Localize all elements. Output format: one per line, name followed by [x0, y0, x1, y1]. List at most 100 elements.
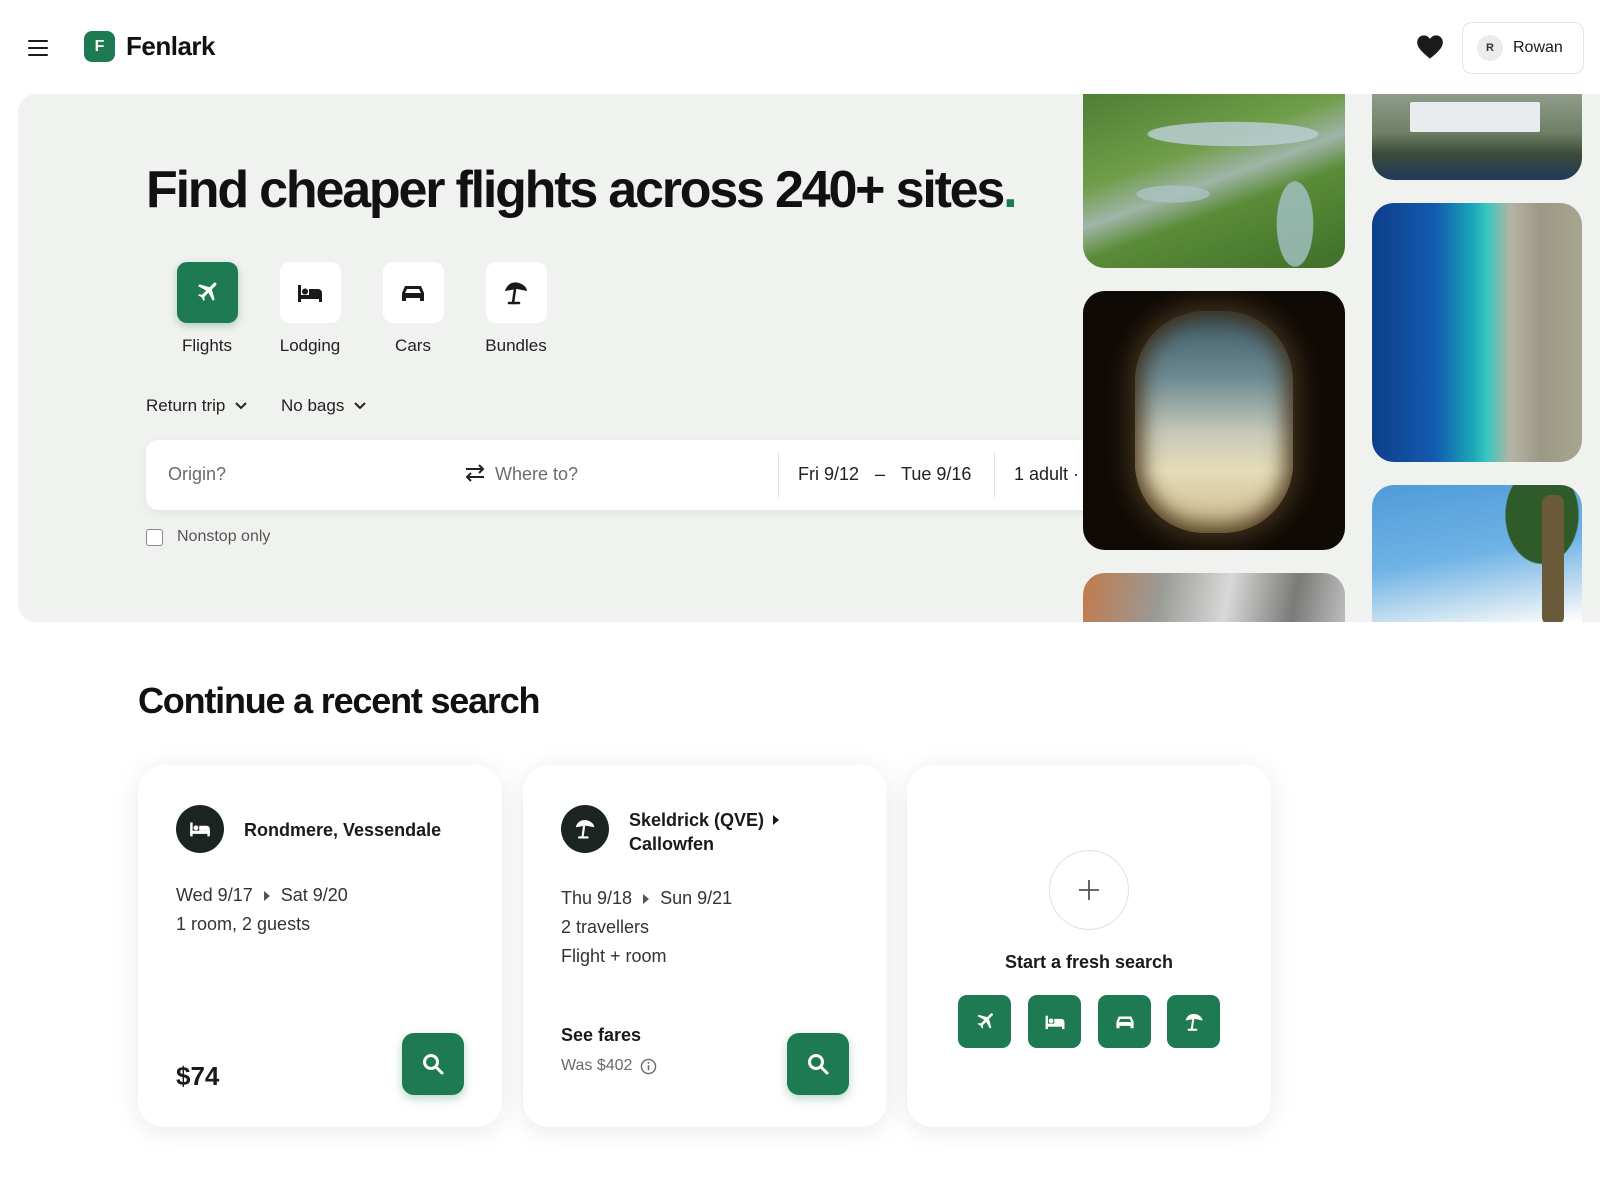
window-view: [1135, 311, 1293, 533]
hamburger-line: [28, 53, 48, 57]
logo-text: Fenlark: [126, 31, 216, 61]
depart-date: Fri 9/12: [798, 464, 860, 484]
card-detail: 2 travellers: [561, 917, 650, 937]
arrow-right-icon: [773, 815, 780, 825]
card-title: Skeldrick (QVE) Callowfen: [629, 808, 780, 856]
recent-search-card[interactable]: Rondmere, Vessendale Wed 9/17 Sat 9/20 1…: [138, 765, 502, 1127]
hero-title: Find cheaper flights across 240+ sites.: [146, 160, 1018, 220]
arrow-right-icon: [643, 893, 650, 904]
search-bar: Origin? Where to? Fri 9/12 – Tue 9/16 1 …: [146, 440, 1106, 510]
search-button[interactable]: [787, 1033, 849, 1095]
tab-bundles[interactable]: Bundles: [476, 262, 556, 356]
bags-label: No bags: [281, 396, 345, 415]
user-name: Rowan: [1513, 39, 1563, 56]
section-title: Continue a recent search: [138, 680, 541, 721]
card-dates: Wed 9/17 Sat 9/20: [176, 885, 348, 906]
date-separator: –: [875, 464, 886, 484]
chevron-down-icon: [235, 402, 248, 410]
hamburger-line: [28, 40, 48, 43]
menu-button[interactable]: [28, 40, 52, 60]
recent-search-card[interactable]: Skeldrick (QVE) Callowfen Thu 9/18 Sun 9…: [523, 765, 887, 1127]
palm-tree-photo: [1372, 485, 1582, 622]
fresh-cars-button[interactable]: [1098, 995, 1151, 1048]
airplane-window-photo: [1083, 291, 1345, 550]
hero-panel: Find cheaper flights across 240+ sites. …: [18, 94, 1600, 622]
user-menu-button[interactable]: R Rowan: [1462, 22, 1584, 74]
hero-title-dot: .: [1003, 161, 1017, 219]
price: $74: [176, 1061, 220, 1091]
add-search-button[interactable]: [1049, 850, 1129, 930]
bags-dropdown[interactable]: No bags: [281, 396, 367, 416]
fresh-bundles-button[interactable]: [1167, 995, 1220, 1048]
bed-icon: [1045, 1015, 1064, 1029]
fresh-flights-button[interactable]: [958, 995, 1011, 1048]
logo-mark: F: [84, 31, 115, 62]
header: F Fenlark R Rowan: [0, 0, 1600, 92]
hamburger-line: [28, 46, 48, 50]
card-title: Rondmere, Vessendale: [244, 820, 442, 840]
date-to: Sun 9/21: [660, 888, 733, 908]
fresh-lodging-button[interactable]: [1028, 995, 1081, 1048]
nonstop-label: Nonstop only: [177, 528, 271, 545]
tab-label: Cars: [395, 336, 431, 355]
card-dates: Thu 9/18 Sun 9/21: [561, 888, 732, 909]
umbrella-icon: [485, 262, 547, 323]
plane-icon: [176, 262, 238, 323]
date-from: Thu 9/18: [561, 888, 633, 908]
tab-label: Bundles: [485, 336, 547, 355]
umbrella-icon: [1185, 1013, 1202, 1031]
date-picker[interactable]: Fri 9/12 – Tue 9/16: [798, 464, 971, 485]
tab-label: Flights: [181, 336, 233, 355]
house-photo: [1372, 94, 1582, 180]
tab-flights[interactable]: Flights: [167, 262, 247, 356]
date-from: Wed 9/17: [176, 885, 253, 905]
info-icon[interactable]: [640, 1058, 657, 1075]
was-price: Was $402: [561, 1057, 657, 1075]
chevron-down-icon: [354, 402, 367, 410]
see-fares-label: See fares: [561, 1025, 642, 1045]
search-icon: [423, 1054, 444, 1075]
card-title-destination: Callowfen: [629, 834, 715, 854]
river-photo: [1083, 94, 1345, 268]
favorites-heart-icon[interactable]: [1416, 34, 1444, 60]
trip-type-label: Return trip: [146, 396, 226, 415]
origin-input[interactable]: Origin?: [168, 464, 226, 485]
fresh-search-card: Start a fresh search: [907, 765, 1271, 1127]
car-icon: [1115, 1016, 1134, 1028]
coast-photo: [1083, 573, 1345, 622]
umbrella-icon: [561, 805, 609, 853]
checkbox-box[interactable]: [146, 528, 163, 546]
nonstop-checkbox[interactable]: Nonstop only: [146, 528, 270, 546]
plane-icon: [977, 1012, 993, 1029]
return-date: Tue 9/16: [901, 464, 972, 484]
card-title-line: Skeldrick (QVE): [629, 808, 780, 832]
card-detail: Flight + room: [561, 946, 667, 966]
travellers-selector[interactable]: 1 adult ·: [1014, 464, 1079, 485]
arrow-right-icon: [263, 890, 270, 901]
date-to: Sat 9/20: [280, 885, 348, 905]
fresh-search-title: Start a fresh search: [1004, 952, 1174, 972]
divider: [994, 452, 995, 498]
bed-icon: [176, 805, 224, 853]
bed-icon: [279, 262, 341, 323]
palm-trunk: [1542, 495, 1564, 622]
palm-leaves: [1492, 485, 1582, 622]
card-title-origin: Skeldrick (QVE): [629, 810, 765, 830]
destination-input[interactable]: Where to?: [495, 464, 578, 485]
swap-icon[interactable]: [464, 463, 488, 485]
was-price-text: Was $402: [561, 1057, 633, 1074]
plus-icon: [1079, 880, 1099, 900]
search-icon: [808, 1054, 829, 1075]
river-overlay: [1083, 94, 1345, 268]
logo[interactable]: F Fenlark: [84, 31, 216, 62]
trip-type-dropdown[interactable]: Return trip: [146, 396, 248, 416]
car-icon: [382, 262, 444, 323]
card-detail: 1 room, 2 guests: [176, 914, 311, 934]
search-button[interactable]: [402, 1033, 464, 1095]
tab-cars[interactable]: Cars: [373, 262, 453, 356]
tab-lodging[interactable]: Lodging: [270, 262, 350, 356]
tab-label: Lodging: [279, 336, 341, 355]
beach-aerial-photo: [1372, 203, 1582, 462]
avatar: R: [1477, 35, 1503, 61]
divider: [778, 452, 779, 498]
